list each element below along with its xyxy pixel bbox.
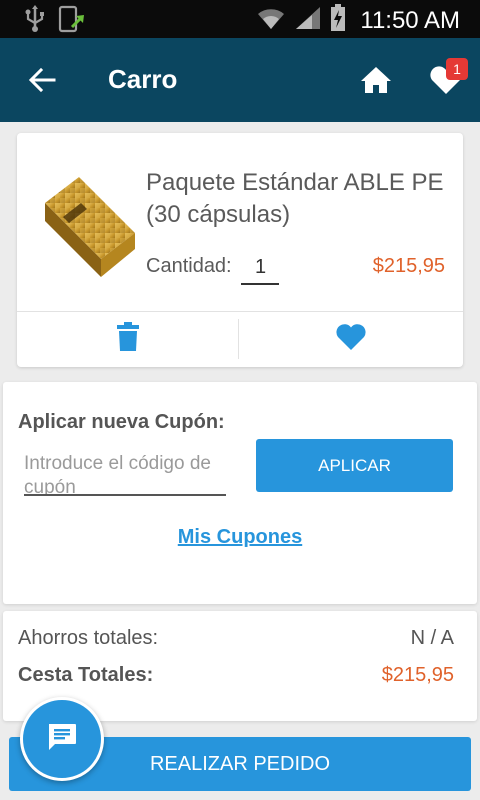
heart-icon — [335, 323, 367, 356]
app-bar: Carro 1 — [0, 38, 480, 122]
cart-total-value: $215,95 — [381, 664, 454, 686]
add-to-wishlist-button[interactable] — [239, 312, 463, 367]
my-coupons-link[interactable]: Mis Cupones — [3, 526, 477, 549]
cart-item-card: Paquete Estándar ABLE PE (30 cápsulas) C… — [17, 133, 463, 367]
trash-icon — [116, 322, 140, 357]
wifi-icon — [256, 5, 286, 36]
chat-icon — [46, 722, 78, 757]
home-icon — [360, 66, 392, 99]
quantity-input[interactable]: 1 — [241, 251, 279, 285]
coupon-card: Aplicar nueva Cupón: Introduce el código… — [3, 382, 477, 604]
home-button[interactable] — [356, 62, 396, 102]
delete-item-button[interactable] — [17, 312, 238, 367]
page-title: Carro — [108, 64, 178, 94]
coupon-title: Aplicar nueva Cupón: — [18, 411, 225, 433]
quantity-label: Cantidad: — [146, 255, 232, 277]
apply-coupon-button[interactable]: APLICAR — [256, 439, 453, 492]
back-button[interactable] — [22, 62, 62, 102]
status-bar: 11:50 AM — [0, 0, 480, 38]
arrow-back-icon — [28, 67, 56, 98]
usb-icon — [24, 5, 46, 38]
savings-label: Ahorros totales: — [18, 627, 159, 649]
screenshot-icon — [58, 5, 88, 38]
clock: 11:50 AM — [360, 6, 460, 34]
product-image — [35, 173, 139, 283]
chat-button[interactable] — [20, 697, 104, 781]
cart-total-label: Cesta Totales: — [18, 664, 154, 686]
product-price: $215,95 — [372, 255, 445, 277]
savings-value: N / A — [410, 627, 454, 649]
coupon-code-input[interactable]: Introduce el código de cupón — [24, 452, 226, 496]
favorites-badge: 1 — [446, 58, 468, 80]
product-name[interactable]: Paquete Estándar ABLE PE (30 cápsulas) — [146, 167, 446, 231]
signal-icon — [294, 5, 322, 36]
battery-charging-icon — [330, 4, 346, 37]
